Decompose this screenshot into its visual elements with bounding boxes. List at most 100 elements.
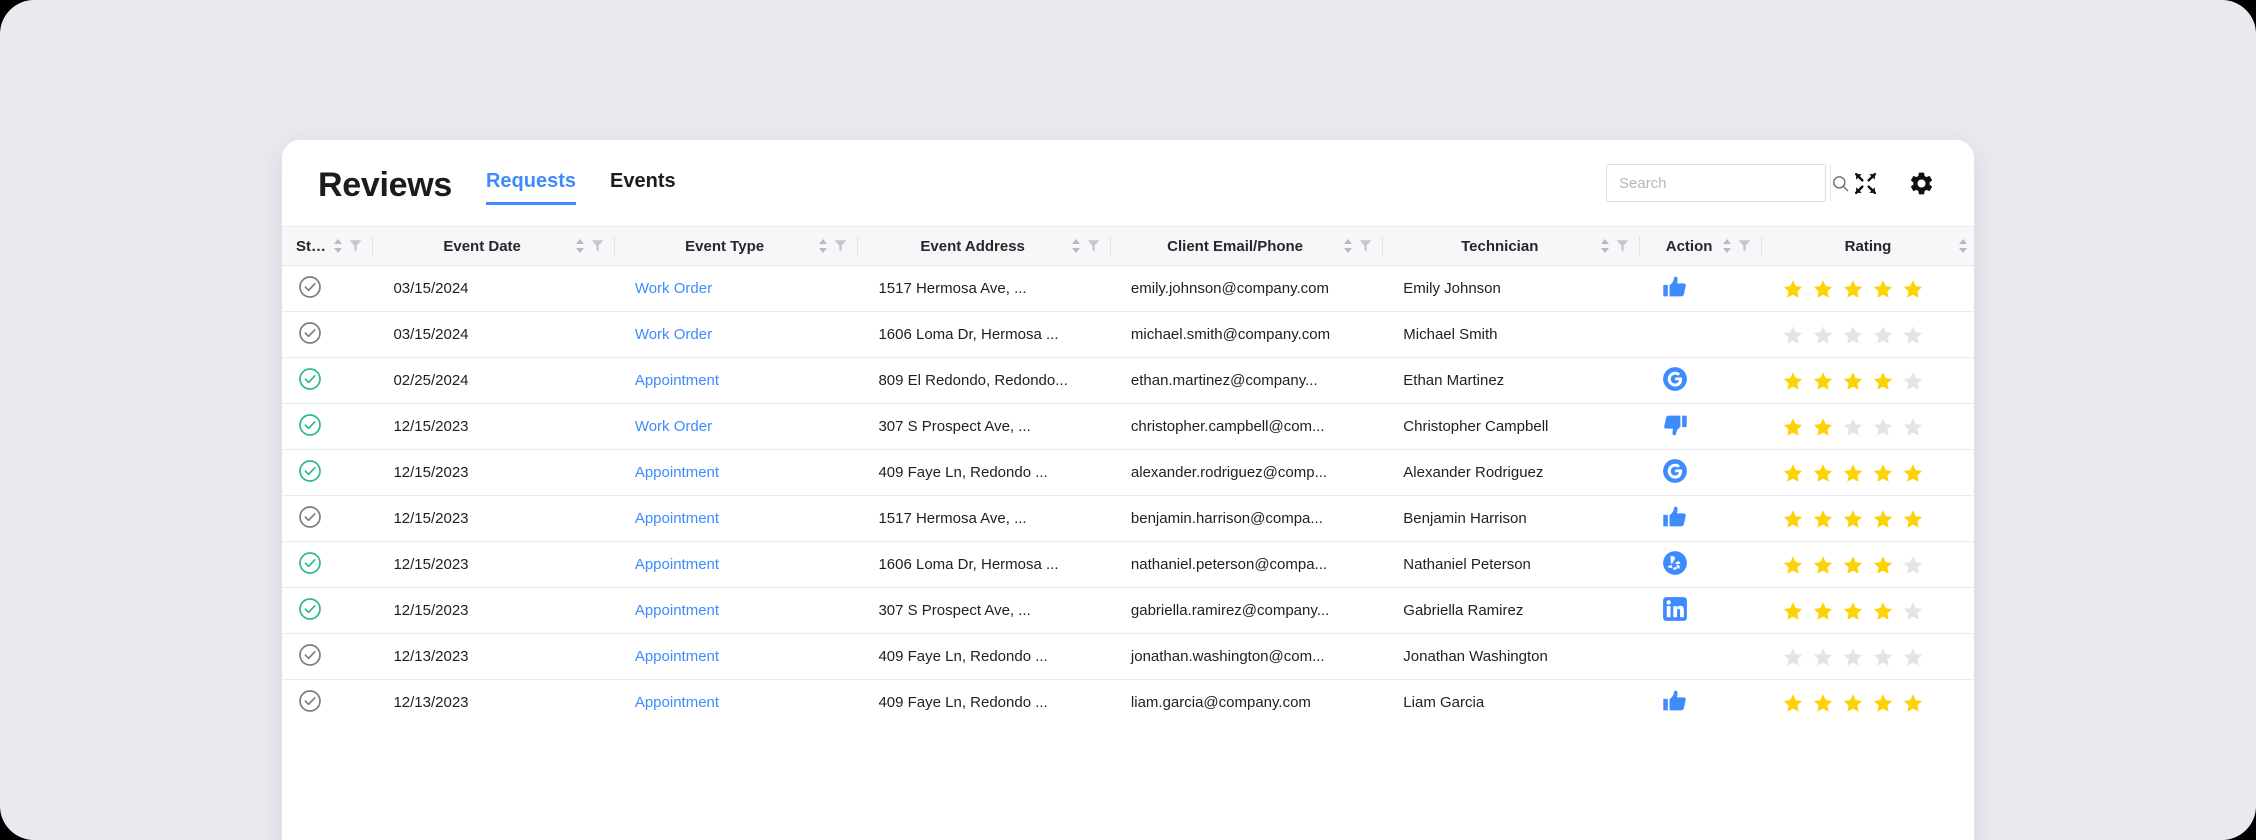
action-icon-wrap[interactable] (1662, 276, 1688, 304)
filter-toggle-address[interactable] (1087, 239, 1100, 253)
cell-rating[interactable] (1767, 633, 1974, 680)
cell-event-type[interactable]: Work Order (620, 265, 865, 312)
cell-status[interactable] (282, 265, 380, 312)
cell-status[interactable] (282, 541, 380, 588)
column-header-address[interactable]: Event Address (864, 226, 1117, 266)
action-icon-wrap[interactable] (1662, 458, 1688, 488)
action-icon-wrap[interactable] (1662, 366, 1688, 396)
cell-rating[interactable] (1767, 403, 1974, 450)
sort-toggle-date[interactable] (575, 237, 585, 255)
cell-event-type[interactable]: Appointment (620, 357, 865, 404)
event-type-link[interactable]: Appointment (635, 602, 719, 619)
column-header-status[interactable]: Status (282, 226, 380, 266)
sort-toggle-type[interactable] (818, 237, 828, 255)
cell-rating[interactable] (1767, 265, 1974, 312)
sort-toggle-action[interactable] (1722, 237, 1732, 255)
table-row[interactable]: 12/15/2023 Work Order 307 S Prospect Ave, … (282, 403, 1974, 450)
event-type-link[interactable]: Appointment (635, 372, 719, 389)
cell-event-type[interactable]: Appointment (620, 541, 865, 588)
sort-toggle-rating[interactable] (1958, 237, 1968, 255)
cell-action[interactable] (1646, 311, 1768, 358)
table-row[interactable]: 12/15/2023 Appointment 307 S Prospect Ave,… (282, 587, 1974, 634)
star-rating[interactable] (1782, 554, 1960, 576)
table-row[interactable]: 03/15/2024 Work Order 1517 Hermosa Ave, ..… (282, 265, 1974, 312)
action-icon-wrap[interactable] (1662, 550, 1688, 580)
filter-toggle-status[interactable] (349, 239, 362, 253)
settings-button[interactable] (1904, 166, 1938, 200)
cell-rating[interactable] (1767, 311, 1974, 358)
star-rating[interactable] (1782, 600, 1960, 622)
cell-rating[interactable] (1767, 541, 1974, 588)
cell-status[interactable] (282, 679, 380, 726)
cell-event-type[interactable]: Appointment (620, 679, 865, 726)
filter-toggle-client[interactable] (1359, 239, 1372, 253)
table-row[interactable]: 12/15/2023 Appointment 1606 Loma Dr, Hermo… (282, 541, 1974, 588)
cell-action[interactable] (1646, 403, 1768, 450)
column-header-client[interactable]: Client Email/Phone (1116, 226, 1390, 266)
event-type-link[interactable]: Appointment (635, 510, 719, 527)
cell-status[interactable] (282, 633, 380, 680)
cell-event-type[interactable]: Appointment (620, 587, 865, 634)
cell-action[interactable] (1646, 265, 1768, 312)
cell-action[interactable] (1646, 633, 1768, 680)
table-row[interactable]: 03/15/2024 Work Order 1606 Loma Dr, Hermos… (282, 311, 1974, 358)
column-header-action[interactable]: Action (1646, 226, 1768, 266)
search-button[interactable] (1830, 165, 1850, 201)
filter-toggle-type[interactable] (834, 239, 847, 253)
table-row[interactable]: 12/13/2023 Appointment 409 Faye Ln, Redond… (282, 633, 1974, 680)
cell-event-type[interactable]: Work Order (620, 311, 865, 358)
star-rating[interactable] (1782, 692, 1960, 714)
cell-status[interactable] (282, 587, 380, 634)
cell-rating[interactable] (1767, 449, 1974, 496)
sort-toggle-status[interactable] (333, 237, 343, 255)
filter-toggle-action[interactable] (1738, 239, 1751, 253)
sort-toggle-client[interactable] (1343, 237, 1353, 255)
star-rating[interactable] (1782, 508, 1960, 530)
cell-event-type[interactable]: Appointment (620, 495, 865, 542)
cell-action[interactable] (1646, 495, 1768, 542)
cell-action[interactable] (1646, 541, 1768, 588)
cell-status[interactable] (282, 495, 380, 542)
cell-status[interactable] (282, 403, 380, 450)
cell-status[interactable] (282, 311, 380, 358)
cell-status[interactable] (282, 357, 380, 404)
star-rating[interactable] (1782, 646, 1960, 668)
cell-action[interactable] (1646, 679, 1768, 726)
filter-toggle-date[interactable] (591, 239, 604, 253)
expand-button[interactable] (1848, 166, 1882, 200)
event-type-link[interactable]: Appointment (635, 648, 719, 665)
search-input[interactable] (1607, 165, 1830, 201)
cell-action[interactable] (1646, 587, 1768, 634)
tab-requests[interactable]: Requests (485, 170, 577, 205)
table-row[interactable]: 12/15/2023 Appointment 409 Faye Ln, Redond… (282, 449, 1974, 496)
column-header-date[interactable]: Event Date (379, 226, 621, 266)
tab-events[interactable]: Events (610, 170, 676, 205)
cell-action[interactable] (1646, 449, 1768, 496)
cell-rating[interactable] (1767, 679, 1974, 726)
event-type-link[interactable]: Work Order (635, 280, 712, 297)
cell-event-type[interactable]: Work Order (620, 403, 865, 450)
sort-toggle-tech[interactable] (1600, 237, 1610, 255)
action-icon-wrap[interactable] (1662, 415, 1688, 442)
event-type-link[interactable]: Appointment (635, 556, 719, 573)
table-row[interactable]: 02/25/2024 Appointment 809 El Redondo, Red… (282, 357, 1974, 404)
star-rating[interactable] (1782, 324, 1960, 346)
event-type-link[interactable]: Work Order (635, 326, 712, 343)
star-rating[interactable] (1782, 370, 1960, 392)
event-type-link[interactable]: Appointment (635, 694, 719, 711)
action-icon-wrap[interactable] (1662, 596, 1688, 626)
action-icon-wrap[interactable] (1662, 690, 1688, 718)
cell-rating[interactable] (1767, 587, 1974, 634)
cell-event-type[interactable]: Appointment (620, 449, 865, 496)
column-header-rating[interactable]: Rating (1767, 226, 1974, 266)
action-icon-wrap[interactable] (1662, 506, 1688, 534)
cell-status[interactable] (282, 449, 380, 496)
table-row[interactable]: 12/15/2023 Appointment 1517 Hermosa Ave, .… (282, 495, 1974, 542)
cell-event-type[interactable]: Appointment (620, 633, 865, 680)
event-type-link[interactable]: Appointment (635, 464, 719, 481)
cell-rating[interactable] (1767, 357, 1974, 404)
sort-toggle-address[interactable] (1071, 237, 1081, 255)
star-rating[interactable] (1782, 462, 1960, 484)
cell-rating[interactable] (1767, 495, 1974, 542)
cell-action[interactable] (1646, 357, 1768, 404)
